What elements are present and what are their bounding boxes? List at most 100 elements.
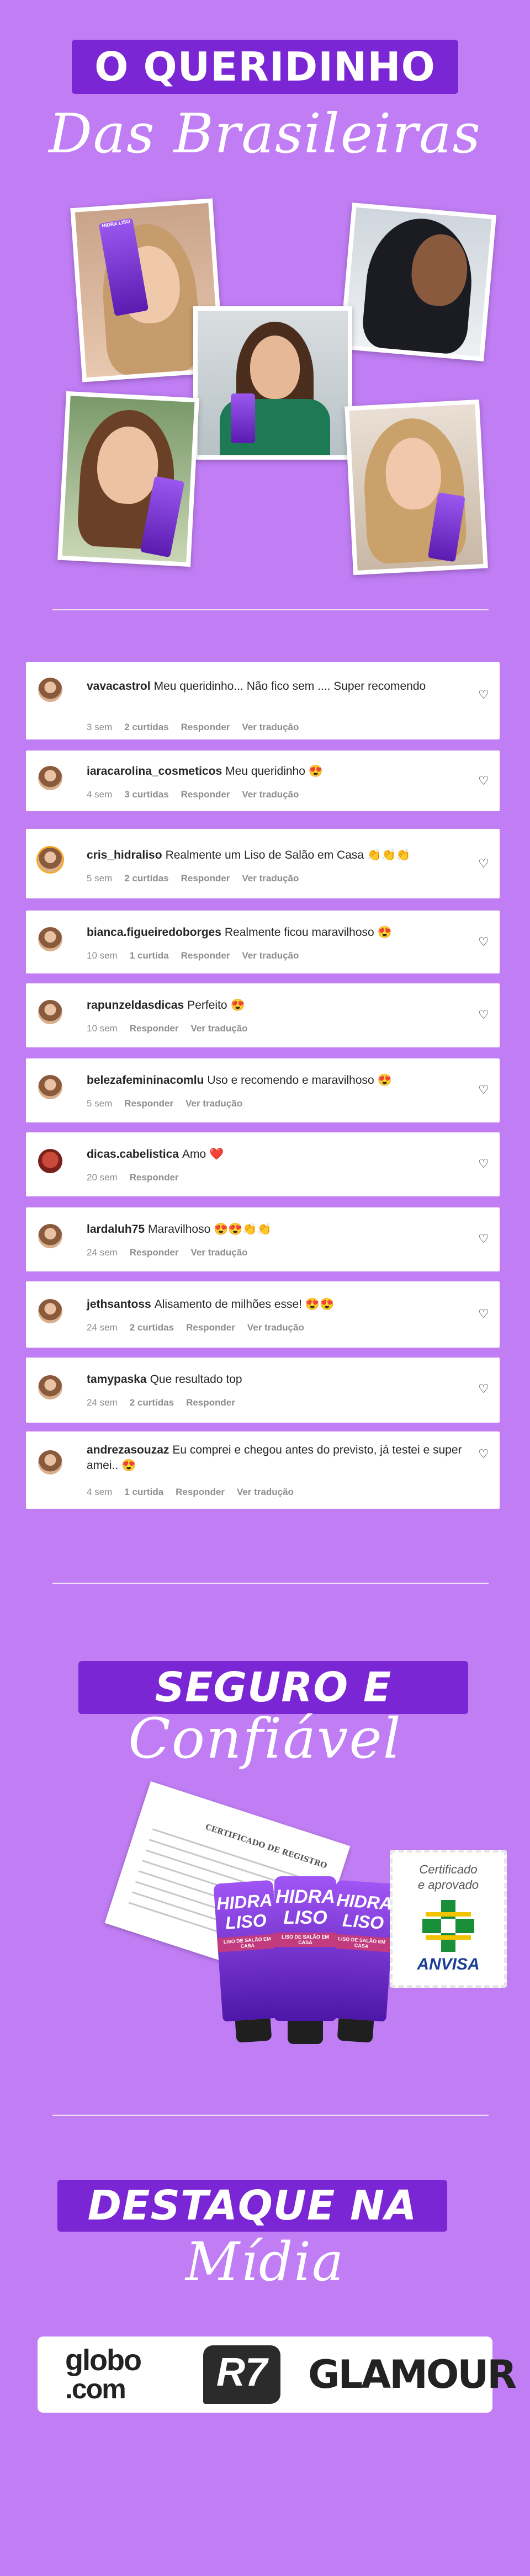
comment-item: vavacastrol Meu queridinho... Não fico se… [26, 662, 500, 739]
comment-username[interactable]: andrezasouzaz [87, 1444, 169, 1456]
heart-icon[interactable]: ♡ [478, 775, 490, 787]
media-title-banner: DESTAQUE NA [57, 2180, 447, 2232]
reply-button[interactable]: Responder [186, 1322, 235, 1333]
media-subtitle: Mídia [185, 2231, 345, 2293]
comment-username[interactable]: lardaluh75 [87, 1223, 145, 1236]
heart-icon[interactable]: ♡ [478, 1383, 490, 1395]
comment-text: Perfeito 😍 [187, 999, 245, 1012]
comment-time: 24 sem [87, 1397, 118, 1408]
comment-username[interactable]: bianca.figueiredoborges [87, 926, 221, 939]
avatar[interactable] [38, 1224, 62, 1248]
section-divider [52, 1583, 489, 1584]
r7-logo-text: R7 [216, 2350, 268, 2394]
comment-text: Uso e recomendo e maravilhoso 😍 [207, 1074, 392, 1087]
heart-icon[interactable]: ♡ [478, 1084, 490, 1096]
comment-likes[interactable]: 2 curtidas [124, 722, 168, 732]
avatar[interactable] [38, 1000, 62, 1024]
comment-username[interactable]: tamypaska [87, 1373, 147, 1386]
comment-text: Meu queridinho... Não fico sem .... Supe… [153, 680, 426, 693]
header-subtitle: Das Brasileiras [49, 103, 481, 166]
heart-icon[interactable]: ♡ [478, 1009, 490, 1021]
translate-button[interactable]: Ver tradução [242, 789, 299, 800]
heart-icon[interactable]: ♡ [478, 1158, 490, 1170]
translate-button[interactable]: Ver tradução [247, 1322, 304, 1333]
translate-button[interactable]: Ver tradução [242, 722, 299, 732]
comment-username[interactable]: jethsantoss [87, 1298, 151, 1311]
reply-button[interactable]: Responder [186, 1397, 235, 1408]
reply-button[interactable]: Responder [181, 950, 230, 961]
translate-button[interactable]: Ver tradução [242, 873, 299, 883]
comment-username[interactable]: vavacastrol [87, 680, 151, 693]
comment-likes[interactable]: 1 curtida [130, 950, 169, 961]
photo-woman-2 [339, 203, 497, 361]
comment-item: jethsantoss Alisamento de milhões esse! 😍… [26, 1281, 500, 1348]
stamp-line-2: e aprovado [417, 1878, 479, 1892]
product-name: HIDRA LISO [215, 1890, 273, 1933]
reply-button[interactable]: Responder [181, 873, 230, 883]
heart-icon[interactable]: ♡ [478, 689, 490, 701]
comment-time: 10 sem [87, 1023, 118, 1034]
section-divider [52, 2115, 489, 2116]
avatar[interactable] [38, 848, 62, 872]
reply-button[interactable]: Responder [176, 1487, 225, 1497]
heart-icon[interactable]: ♡ [478, 1233, 490, 1245]
comment-text: Alisamento de milhões esse! 😍😍 [154, 1298, 335, 1311]
photo-product-label: HIDRA LISO [101, 218, 131, 229]
avatar[interactable] [38, 678, 62, 702]
photo-woman-5 [344, 399, 488, 576]
media-title: DESTAQUE NA [87, 2182, 417, 2229]
translate-button[interactable]: Ver tradução [242, 950, 299, 961]
comment-time: 20 sem [87, 1172, 118, 1183]
comment-text: Maravilhoso 😍😍👏👏 [148, 1223, 272, 1236]
reply-button[interactable]: Responder [181, 789, 230, 800]
avatar[interactable] [38, 1075, 62, 1099]
anvisa-logo-icon [422, 1900, 474, 1952]
heart-icon[interactable]: ♡ [478, 936, 490, 948]
comment-username[interactable]: cris_hidraliso [87, 849, 162, 861]
translate-button[interactable]: Ver tradução [191, 1247, 248, 1258]
translate-button[interactable]: Ver tradução [191, 1023, 248, 1034]
safety-subtitle: Confiável [128, 1706, 402, 1771]
heart-icon[interactable]: ♡ [478, 1448, 490, 1460]
product-tube: HIDRA LISO LISO DE SALÃO EM CASA [213, 1880, 283, 2043]
avatar[interactable] [38, 1149, 62, 1173]
product-name: HIDRA LISO [336, 1890, 393, 1933]
translate-button[interactable]: Ver tradução [237, 1487, 294, 1497]
avatar[interactable] [38, 927, 62, 951]
avatar[interactable] [38, 1375, 62, 1399]
avatar[interactable] [38, 1299, 62, 1323]
comment-text: Amo ❤️ [182, 1148, 224, 1161]
reply-button[interactable]: Responder [181, 722, 230, 732]
reply-button[interactable]: Responder [130, 1247, 179, 1258]
comment-item: belezafemininacomlu Uso e recomendo e mar… [26, 1058, 500, 1122]
product-tag: LISO DE SALÃO EM CASA [274, 1933, 336, 1947]
comment-item: bianca.figueiredoborges Realmente ficou m… [26, 911, 500, 973]
comment-username[interactable]: iaracarolina_cosmeticos [87, 765, 222, 778]
heart-icon[interactable]: ♡ [478, 858, 490, 870]
comment-time: 4 sem [87, 789, 113, 800]
comment-username[interactable]: belezafemininacomlu [87, 1074, 204, 1087]
heart-icon[interactable]: ♡ [478, 1308, 490, 1320]
comment-likes[interactable]: 2 curtidas [130, 1397, 174, 1408]
glamour-logo: GLAMOUR [308, 2352, 517, 2397]
reply-button[interactable]: Responder [130, 1023, 179, 1034]
translate-button[interactable]: Ver tradução [186, 1098, 242, 1109]
reply-button[interactable]: Responder [124, 1098, 173, 1109]
globo-logo-suffix: .com [65, 2373, 126, 2404]
comment-likes[interactable]: 2 curtidas [124, 873, 168, 883]
comment-time: 5 sem [87, 873, 113, 883]
header-title: O QUERIDINHO [94, 44, 436, 90]
avatar[interactable] [38, 1450, 62, 1475]
product-name: HIDRA LISO [275, 1886, 335, 1928]
avatar[interactable] [38, 766, 62, 790]
reply-button[interactable]: Responder [130, 1172, 179, 1183]
r7-logo: R7 [203, 2345, 280, 2404]
comment-likes[interactable]: 1 curtida [124, 1487, 163, 1497]
comment-username[interactable]: dicas.cabelistica [87, 1148, 179, 1161]
globo-logo: globo .com [65, 2345, 142, 2404]
comment-username[interactable]: rapunzeldasdicas [87, 999, 184, 1012]
comment-likes[interactable]: 3 curtidas [124, 789, 168, 800]
comment-likes[interactable]: 2 curtidas [130, 1322, 174, 1333]
comment-text: Realmente um Liso de Salão em Casa 👏👏👏 [165, 849, 411, 861]
photo-woman-3 [193, 306, 352, 460]
